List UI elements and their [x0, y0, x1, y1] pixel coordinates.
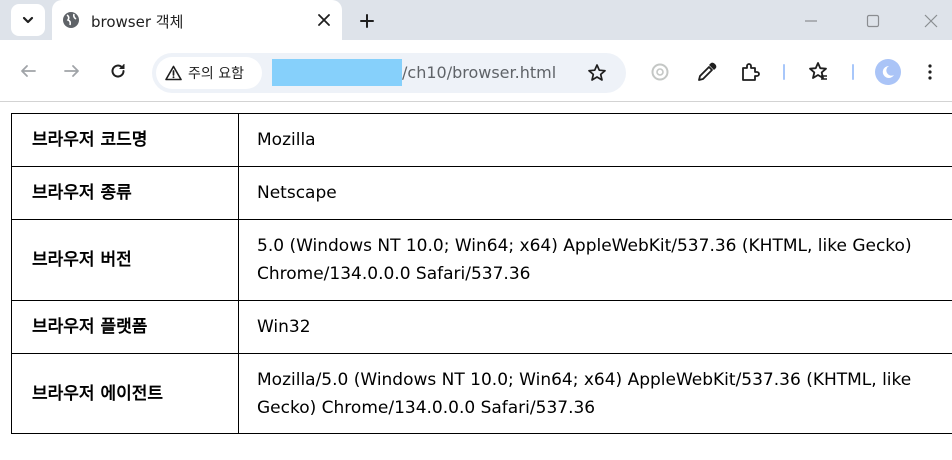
row-label: 브라우저 종류: [11, 166, 239, 220]
extension-chatgpt-button[interactable]: [648, 60, 672, 84]
url-text[interactable]: /ch10/browser.html: [402, 63, 556, 82]
table-row: 브라우저 코드명 Mozilla: [11, 113, 952, 167]
maximize-icon: [866, 14, 880, 28]
eyedropper-icon: [698, 62, 717, 81]
security-label: 주의 요함: [188, 66, 244, 82]
toolbar-separator: [852, 64, 854, 80]
close-icon: [318, 14, 330, 26]
security-indicator[interactable]: 주의 요함: [156, 57, 262, 89]
star-icon: [588, 64, 606, 81]
row-label: 브라우저 에이전트: [11, 353, 239, 434]
extensions-button[interactable]: [738, 60, 762, 84]
tab-search-button[interactable]: [11, 4, 45, 36]
maximize-button[interactable]: [860, 8, 886, 34]
avatar-icon: [882, 65, 894, 78]
bookmark-button[interactable]: [586, 62, 608, 84]
row-value: Mozilla: [238, 113, 952, 167]
tab-browser-object[interactable]: browser 객체: [52, 0, 342, 40]
table-row: 브라우저 종류 Netscape: [11, 166, 952, 220]
star-list-icon: [809, 62, 827, 80]
more-vertical-icon: [928, 64, 932, 80]
row-value: Mozilla/5.0 (Windows NT 10.0; Win64; x64…: [238, 353, 952, 434]
tab-strip: browser 객체: [0, 0, 952, 40]
row-label: 브라우저 코드명: [11, 113, 239, 167]
warning-icon: [165, 65, 182, 81]
close-icon: [924, 14, 938, 28]
reading-list-button[interactable]: [806, 60, 830, 84]
eyedropper-button[interactable]: [695, 60, 719, 84]
toolbar-separator: [783, 64, 785, 80]
window-close-button[interactable]: [918, 8, 944, 34]
redacted-host: [272, 59, 402, 86]
back-button[interactable]: [16, 59, 40, 83]
tab-close-button[interactable]: [312, 8, 336, 32]
browser-info-table: 브라우저 코드명 Mozilla 브라우저 종류 Netscape 브라우저 버…: [11, 113, 952, 434]
globe-icon: [63, 12, 79, 28]
row-value: 5.0 (Windows NT 10.0; Win64; x64) AppleW…: [238, 219, 952, 301]
reload-button[interactable]: [106, 59, 130, 83]
table-row: 브라우저 플랫폼 Win32: [11, 300, 952, 354]
forward-button[interactable]: [60, 59, 84, 83]
chevron-down-icon: [22, 16, 34, 24]
profile-avatar[interactable]: [875, 59, 901, 85]
table-row: 브라우저 에이전트 Mozilla/5.0 (Windows NT 10.0; …: [11, 353, 952, 434]
address-bar[interactable]: 주의 요함 /ch10/browser.html: [152, 53, 626, 93]
browser-menu-button[interactable]: [920, 60, 940, 84]
row-value: Win32: [238, 300, 952, 354]
new-tab-button[interactable]: [354, 8, 380, 34]
row-label: 브라우저 버전: [11, 219, 239, 301]
extension-icon: [651, 63, 669, 81]
row-label: 브라우저 플랫폼: [11, 300, 239, 354]
table-row: 브라우저 버전 5.0 (Windows NT 10.0; Win64; x64…: [11, 219, 952, 301]
arrow-left-icon: [21, 65, 36, 77]
minimize-button[interactable]: [798, 8, 824, 34]
tab-title: browser 객체: [91, 13, 184, 31]
minimize-icon: [805, 20, 817, 22]
browser-toolbar: 주의 요함 /ch10/browser.html: [0, 40, 952, 102]
arrow-right-icon: [64, 65, 79, 77]
row-value: Netscape: [238, 166, 952, 220]
reload-icon: [111, 64, 125, 78]
puzzle-icon: [742, 63, 760, 81]
plus-icon: [360, 14, 374, 28]
